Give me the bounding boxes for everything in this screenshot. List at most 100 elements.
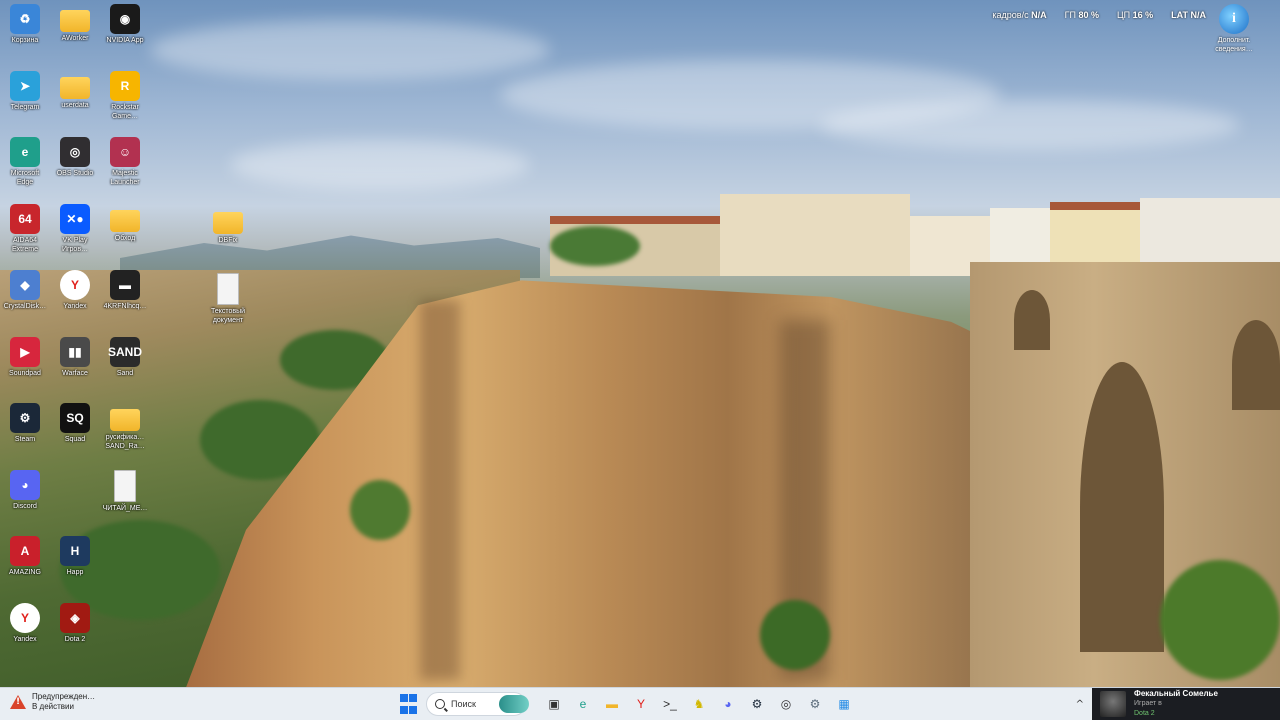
desktop-icon-squad[interactable]: SQ Squad	[50, 403, 100, 444]
desktop-icon-label: русифика… SAND_Ra…	[105, 434, 145, 450]
desktop-icon-label: Rockstar Game…	[111, 103, 139, 120]
desktop-icon-label: AIDA64 Extreme	[11, 236, 39, 253]
terminal-taskbar-button[interactable]: >_	[658, 692, 682, 716]
desktop-icon-label: Majestic Launcher	[110, 170, 140, 186]
app-blue-taskbar-button[interactable]: ▦	[832, 692, 856, 716]
amazing-icon: A	[10, 536, 40, 566]
desktop-icon-yandex[interactable]: Y Yandex	[50, 270, 100, 311]
recycle-bin-icon: ♻	[10, 4, 40, 34]
discord-taskbar-button[interactable]: ◕	[716, 692, 740, 716]
app-yellow-taskbar-button[interactable]: ♞	[687, 692, 711, 716]
desktop-icon-label: Discord	[13, 502, 37, 510]
desktop-icon-label: Microsoft Edge	[10, 170, 40, 186]
desktop-icon-yandex[interactable]: Y Yandex	[0, 602, 50, 644]
desktop-icon-amazing[interactable]: A AMAZING	[0, 536, 50, 577]
cpu-stat: ЦП 16 %	[1116, 10, 1154, 20]
desktop-icon-vkplay[interactable]: ✕● VK Play Игров…	[50, 203, 100, 254]
desktop-icon-document[interactable]: ЧИТАЙ_МЕ…	[100, 469, 150, 513]
desktop-icon-folder[interactable]: AWorker	[50, 4, 100, 43]
desktop-icon-warface[interactable]: ▮▮ Warface	[50, 336, 100, 378]
yandex-icon: Y	[10, 602, 40, 633]
desktop-icon-crystaldisk[interactable]: ◆ CrystalDisk…	[0, 270, 50, 311]
steam-icon: ⚙	[10, 403, 40, 433]
yandex-icon: Y	[60, 270, 90, 300]
desktop-icon-folder[interactable]: Обход	[100, 204, 150, 243]
warning-icon: !	[10, 695, 26, 709]
folder-icon	[60, 10, 90, 32]
warning-notification[interactable]: ! Предупрежден… В действии	[10, 692, 95, 712]
desktop-icon-label: AMAZING	[9, 569, 41, 576]
performance-overlay: кадров/с N/A ГП 80 % ЦП 16 % LAT N/A	[992, 10, 1206, 20]
search-highlight-icon	[499, 695, 529, 713]
info-icon: i	[1219, 4, 1249, 34]
desktop-icon-happ[interactable]: H Happ	[50, 536, 100, 577]
desktop-icon-label: OBS Studio	[56, 170, 94, 177]
desktop-icon-obs[interactable]: ◎ OBS Studio	[50, 137, 100, 178]
desktop-icon-label: Warface	[62, 369, 88, 377]
desktop-icon-telegram[interactable]: ➤ Telegram	[0, 70, 50, 112]
desktop-icon-folder[interactable]: userdata	[50, 71, 100, 110]
chevron-up-icon[interactable]: ^	[1076, 699, 1084, 710]
desktop-icon-dota2[interactable]: ◈ Dota 2	[50, 602, 100, 644]
dota2-icon: ◈	[60, 602, 90, 633]
folder-icon	[110, 209, 140, 232]
desktop-icon-sand[interactable]: SAND Sand	[100, 336, 150, 378]
desktop-icon-edge[interactable]: e Microsoft Edge	[0, 137, 50, 187]
desktop-icon-shortcut[interactable]: ▬ 4KRFNlhcq…	[100, 270, 150, 311]
desktop-icon-label: 4KRFNlhcq…	[103, 303, 147, 310]
desktop-wallpaper	[0, 0, 1280, 688]
desktop-icon-soundpad[interactable]: ▶ Soundpad	[0, 336, 50, 378]
desktop-icon-label: CrystalDisk…	[3, 303, 47, 310]
desktop-icon-label: Squad	[64, 436, 86, 443]
desktop-icon-label: Telegram	[10, 103, 40, 111]
taskbar-search[interactable]: Поиск	[426, 692, 529, 716]
edge-icon: e	[10, 137, 40, 167]
crystaldisk-icon: ◆	[10, 270, 40, 300]
start-button[interactable]	[396, 692, 420, 716]
friend-status: Играет в	[1134, 700, 1162, 707]
task-view-button[interactable]: ▣	[542, 692, 566, 716]
desktop-icon-label: Обход	[114, 234, 136, 242]
desktop-icon-label: Happ	[66, 569, 84, 576]
search-icon	[435, 699, 445, 709]
nvidia-icon: ◉	[110, 4, 140, 34]
search-placeholder: Поиск	[451, 699, 476, 709]
desktop-icon-label: Sand	[116, 369, 134, 377]
desktop-icon-majestic[interactable]: ☺ Majestic Launcher	[100, 137, 150, 187]
desktop-icon-dbfix[interactable]: DBFix	[203, 206, 253, 245]
info-widget[interactable]: i Дополнит. сведения…	[1204, 4, 1264, 54]
edge-taskbar-button[interactable]: e	[571, 692, 595, 716]
telegram-icon: ➤	[10, 70, 40, 101]
desktop-icon-recycle-bin[interactable]: ♻ Корзина	[0, 4, 50, 45]
folder-icon	[60, 76, 90, 99]
fps-stat: кадров/с N/A	[992, 10, 1047, 20]
aida64-icon: 64	[10, 203, 40, 234]
desktop-icon-aida64[interactable]: 64 AIDA64 Extreme	[0, 203, 50, 254]
shortcut-icon: ▬	[110, 270, 140, 300]
desktop-icon-label: NVIDIA App	[106, 37, 144, 44]
latency-stat: LAT N/A	[1171, 10, 1206, 20]
desktop-icon-discord[interactable]: ◕ Discord	[0, 469, 50, 511]
desktop-icon-nvidia[interactable]: ◉ NVIDIA App	[100, 4, 150, 45]
desktop-icon-label: AWorker	[61, 35, 89, 42]
friend-name: Фекальный Сомелье	[1134, 689, 1218, 698]
settings-taskbar-button[interactable]: ⚙	[803, 692, 827, 716]
squad-icon: SQ	[60, 403, 90, 433]
yandex-taskbar-button[interactable]: Y	[629, 692, 653, 716]
desktop-icon-rockstar[interactable]: R Rockstar Game…	[100, 70, 150, 121]
friend-game: Dota 2	[1134, 710, 1155, 717]
warning-title: Предупрежден…	[32, 692, 96, 701]
desktop-icon-label: Yandex	[13, 635, 37, 643]
desktop-icon-steam[interactable]: ⚙ Steam	[0, 403, 50, 444]
desktop-icon-text-document[interactable]: Текстовый документ	[203, 273, 253, 325]
steam-taskbar-button[interactable]: ⚙	[745, 692, 769, 716]
obs-taskbar-button[interactable]: ◎	[774, 692, 798, 716]
discord-icon: ◕	[10, 469, 40, 500]
sand-icon: SAND	[108, 336, 142, 367]
desktop-icon-label: Steam	[14, 436, 36, 443]
desktop-icon-label: Soundpad	[9, 369, 41, 377]
steam-friend-notification[interactable]: Фекальный Сомелье Играет в Dota 2	[1092, 688, 1280, 720]
desktop-icon-folder[interactable]: русифика… SAND_Ra…	[100, 403, 150, 451]
vkplay-icon: ✕●	[60, 203, 90, 234]
explorer-taskbar-button[interactable]: ▬	[600, 692, 624, 716]
